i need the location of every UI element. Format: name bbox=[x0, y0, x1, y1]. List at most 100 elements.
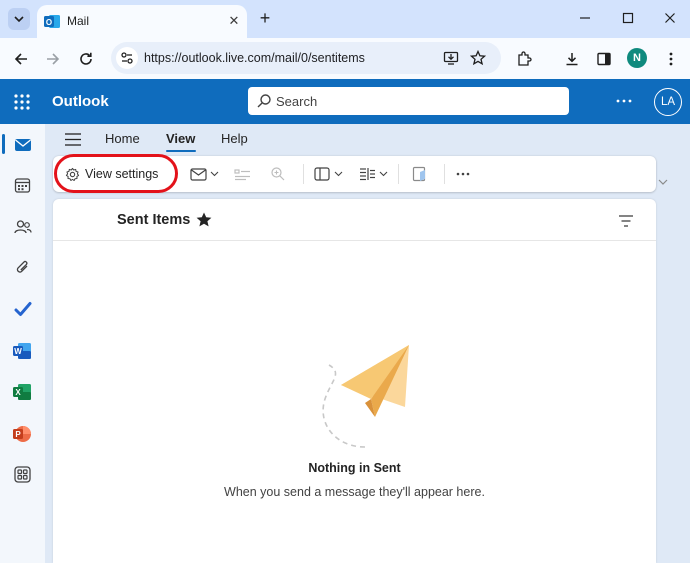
user-avatar[interactable]: LA bbox=[654, 88, 682, 116]
install-app-button[interactable] bbox=[442, 49, 460, 67]
separator bbox=[444, 164, 445, 184]
rail-people[interactable] bbox=[10, 214, 35, 239]
close-window-button[interactable] bbox=[660, 8, 680, 28]
layout-icon bbox=[314, 167, 330, 181]
chevron-down-icon bbox=[14, 16, 24, 23]
arrow-left-icon bbox=[14, 53, 27, 65]
side-panel-button[interactable] bbox=[593, 48, 615, 70]
app-brand[interactable]: Outlook bbox=[52, 93, 109, 110]
layout-dropdown[interactable] bbox=[332, 165, 344, 183]
browser-tabstrip: O Mail ✕ + bbox=[0, 0, 690, 38]
filter-icon[interactable] bbox=[618, 214, 634, 228]
rail-mail[interactable] bbox=[10, 132, 35, 157]
url-text[interactable]: https://outlook.live.com/mail/0/sentitem… bbox=[144, 51, 365, 65]
zoom-in-icon bbox=[271, 167, 285, 181]
list-icon bbox=[233, 168, 250, 180]
rail-more-apps[interactable] bbox=[10, 462, 35, 487]
density-button[interactable] bbox=[233, 165, 251, 183]
svg-text:X: X bbox=[15, 388, 21, 397]
rail-files[interactable] bbox=[10, 255, 35, 280]
rail-powerpoint[interactable]: P bbox=[10, 421, 35, 446]
empty-state-subtitle: When you send a message they'll appear h… bbox=[224, 485, 485, 499]
zoom-button[interactable] bbox=[269, 165, 287, 183]
excel-icon: X bbox=[13, 383, 31, 400]
expand-ribbon-icon[interactable] bbox=[656, 175, 670, 189]
rail-calendar[interactable] bbox=[10, 173, 35, 198]
reload-button[interactable] bbox=[75, 48, 97, 70]
side-panel-icon bbox=[597, 52, 611, 66]
hamburger-menu-icon[interactable] bbox=[65, 133, 81, 146]
more-horizontal-icon bbox=[616, 99, 632, 103]
message-list-header: Sent Items bbox=[53, 199, 656, 241]
forward-button[interactable] bbox=[42, 48, 64, 70]
browser-toolbar: https://outlook.live.com/mail/0/sentitem… bbox=[0, 38, 690, 79]
bookmark-button[interactable] bbox=[469, 49, 487, 67]
svg-text:P: P bbox=[15, 430, 21, 439]
active-tab-indicator bbox=[166, 150, 196, 152]
star-outline-icon bbox=[470, 50, 486, 66]
message-view-dropdown[interactable] bbox=[208, 165, 220, 183]
rail-todo[interactable] bbox=[10, 296, 35, 321]
search-box[interactable]: Search bbox=[248, 87, 569, 115]
chevron-down-icon bbox=[334, 171, 342, 177]
apps-icon bbox=[14, 466, 31, 483]
folder-title: Sent Items bbox=[117, 212, 191, 228]
maximize-button[interactable] bbox=[618, 8, 638, 28]
downloads-button[interactable] bbox=[561, 48, 583, 70]
ribbon-tabs: Home View Help bbox=[45, 124, 690, 154]
calendar-icon bbox=[14, 178, 31, 193]
layout-button[interactable] bbox=[313, 165, 331, 183]
svg-text:W: W bbox=[14, 347, 22, 356]
arrow-right-icon bbox=[47, 53, 60, 65]
tab-help[interactable]: Help bbox=[221, 131, 248, 146]
extensions-button[interactable] bbox=[513, 48, 535, 70]
app-launcher-icon[interactable] bbox=[13, 93, 31, 111]
minimize-button[interactable] bbox=[575, 8, 595, 28]
more-horizontal-icon bbox=[456, 172, 470, 176]
back-button[interactable] bbox=[10, 48, 32, 70]
attachment-icon bbox=[16, 260, 27, 273]
powerpoint-icon: P bbox=[13, 425, 31, 442]
tune-icon bbox=[121, 52, 133, 64]
download-icon bbox=[566, 53, 578, 66]
close-icon bbox=[665, 13, 675, 23]
search-icon bbox=[257, 94, 271, 108]
site-info-button[interactable] bbox=[116, 47, 138, 69]
minimize-icon bbox=[580, 17, 590, 19]
new-tab-button[interactable]: + bbox=[256, 8, 274, 28]
more-commands-button[interactable] bbox=[454, 165, 472, 183]
chevron-down-icon bbox=[379, 171, 387, 177]
outlook-favicon-icon: O bbox=[44, 15, 60, 28]
message-view-button[interactable] bbox=[189, 165, 207, 183]
tab-search-button[interactable] bbox=[8, 8, 30, 30]
profile-avatar[interactable]: N bbox=[627, 48, 647, 68]
outlook-header: Outlook Search LA bbox=[0, 79, 690, 124]
reading-pane-dropdown[interactable] bbox=[377, 165, 389, 183]
rail-word[interactable]: W bbox=[10, 338, 35, 363]
reading-pane-button[interactable] bbox=[358, 165, 376, 183]
puzzle-icon bbox=[518, 51, 532, 66]
tab-title: Mail bbox=[67, 14, 90, 28]
search-placeholder: Search bbox=[276, 94, 318, 109]
favorite-star-icon[interactable] bbox=[195, 211, 213, 229]
tab-home[interactable]: Home bbox=[105, 131, 140, 146]
address-bar[interactable]: https://outlook.live.com/mail/0/sentitem… bbox=[111, 42, 501, 74]
more-vertical-icon bbox=[669, 52, 673, 66]
browser-menu-button[interactable] bbox=[660, 48, 682, 70]
tab-view[interactable]: View bbox=[166, 131, 195, 146]
rail-active-indicator bbox=[2, 134, 5, 154]
app-rail: W X P bbox=[0, 124, 45, 563]
empty-state-title: Nothing in Sent bbox=[308, 461, 401, 475]
immersive-reader-button[interactable] bbox=[411, 165, 429, 183]
header-more-button[interactable] bbox=[612, 91, 636, 111]
text-align-icon bbox=[359, 168, 375, 181]
rail-excel[interactable]: X bbox=[10, 379, 35, 404]
chevron-down-icon bbox=[210, 171, 218, 177]
people-icon bbox=[13, 219, 32, 233]
reload-icon bbox=[80, 52, 92, 65]
separator bbox=[398, 164, 399, 184]
word-icon: W bbox=[13, 342, 31, 359]
mail-icon bbox=[14, 138, 31, 151]
tab-close-icon[interactable]: ✕ bbox=[226, 13, 242, 29]
browser-tab[interactable]: O Mail ✕ bbox=[37, 5, 247, 38]
